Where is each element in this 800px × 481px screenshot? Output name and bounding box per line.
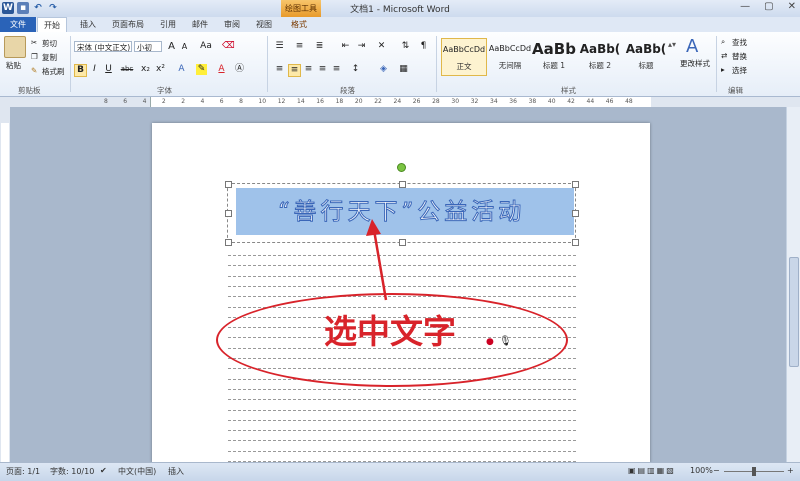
zoom-out-button[interactable]: − [713, 466, 720, 475]
insert-mode[interactable]: 插入 [168, 466, 184, 477]
microphone-icon[interactable]: 🎙 [499, 336, 512, 347]
ime-icon[interactable]: ● [486, 337, 494, 347]
scrollbar-thumb[interactable] [789, 257, 799, 367]
view-buttons-icon[interactable]: ▣▤▥▦▧ [628, 466, 676, 475]
proofing-icon[interactable]: ✔ [100, 466, 107, 475]
vertical-scrollbar[interactable] [786, 107, 800, 462]
annotation-arrow [366, 219, 388, 301]
status-bar: 页面: 1/1 字数: 10/10 ✔ 中文(中国) 插入 ▣▤▥▦▧ 100%… [0, 462, 800, 481]
zoom-slider-thumb[interactable] [752, 467, 756, 476]
zoom-in-button[interactable]: + [787, 466, 794, 475]
language[interactable]: 中文(中国) [118, 466, 156, 477]
zoom-level[interactable]: 100% [690, 466, 713, 475]
page-count[interactable]: 页面: 1/1 [6, 466, 40, 477]
word-count[interactable]: 字数: 10/10 [50, 466, 94, 477]
